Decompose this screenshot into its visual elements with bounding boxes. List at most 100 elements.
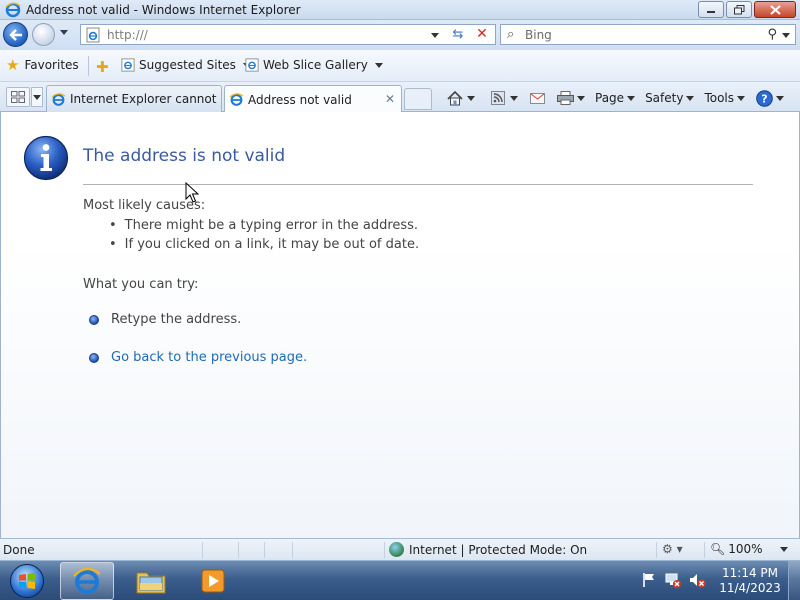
ie-icon <box>229 93 244 106</box>
close-tab-icon[interactable]: ✕ <box>385 92 395 106</box>
bullet-icon <box>89 352 99 363</box>
chevron-down-icon <box>467 95 475 101</box>
read-mail-button[interactable] <box>528 89 546 107</box>
star-icon: ★ <box>6 56 20 74</box>
svg-text:?: ? <box>761 92 767 105</box>
refresh-icon[interactable]: ⇆ <box>449 27 467 43</box>
tools-menu[interactable]: Tools <box>704 91 746 105</box>
back-arrow-icon <box>8 28 22 41</box>
list-item: There might be a typing error in the add… <box>109 218 419 237</box>
volume-muted-icon[interactable] <box>688 571 706 589</box>
tab-address-not-valid[interactable]: Address not valid ✕ <box>224 85 402 113</box>
taskbar-windows-explorer[interactable] <box>124 562 178 600</box>
clock-date: 11/4/2023 <box>719 581 781 595</box>
start-button[interactable] <box>3 561 51 600</box>
retype-address-item: Retype the address. <box>89 312 241 327</box>
command-bar: Page Safety Tools ? <box>446 87 794 109</box>
page-content: The address is not valid Most likely cau… <box>0 112 800 538</box>
back-button[interactable] <box>3 22 28 47</box>
zoom-level: 100% <box>728 542 763 556</box>
info-icon <box>23 135 69 181</box>
chevron-down-icon <box>737 95 746 101</box>
mouse-cursor-icon <box>185 182 199 203</box>
restore-button[interactable] <box>726 1 752 18</box>
bullet-icon <box>89 314 99 325</box>
new-tab-button[interactable] <box>404 88 432 110</box>
restore-icon <box>733 4 744 14</box>
status-text: Done <box>3 543 35 557</box>
chevron-down-icon <box>776 95 785 101</box>
chevron-down-icon <box>627 95 636 101</box>
search-go-icon[interactable]: ⚲ <box>767 27 777 42</box>
search-icon: ⌕ <box>507 27 515 42</box>
security-zone[interactable]: Internet | Protected Mode: On <box>389 542 587 557</box>
quick-tabs-button[interactable] <box>6 87 30 107</box>
network-icon[interactable] <box>664 571 682 589</box>
safety-menu-label: Safety <box>645 91 684 105</box>
help-menu[interactable]: ? <box>755 89 785 107</box>
windows-logo-icon <box>10 564 44 598</box>
recent-pages-dropdown[interactable] <box>60 30 68 35</box>
tab-label: Internet Explorer cannot di... <box>70 92 221 106</box>
quick-tabs-icon <box>11 91 25 103</box>
go-back-link[interactable]: Go back to the previous page. <box>111 350 307 365</box>
zoom-control[interactable]: 🔍︎ 100% <box>710 542 788 556</box>
system-clock[interactable]: 11:14 PM 11/4/2023 <box>718 566 782 596</box>
clock-time: 11:14 PM <box>722 566 778 580</box>
ie-page-icon <box>245 58 259 72</box>
safety-menu[interactable]: Safety <box>645 91 695 105</box>
tab-row: Internet Explorer cannot di... Address n… <box>0 82 800 113</box>
add-to-favorites-bar-icon[interactable]: ✚ <box>96 58 109 76</box>
ie-icon <box>51 92 66 106</box>
address-bar[interactable]: http:/// ⇆ ✕ <box>80 24 496 45</box>
url-text[interactable]: http:/// <box>107 28 148 42</box>
forward-button[interactable] <box>32 23 55 46</box>
folder-icon <box>136 572 166 594</box>
divider <box>88 56 89 76</box>
favorites-button[interactable]: ★ Favorites <box>6 56 79 74</box>
address-dropdown[interactable] <box>431 33 439 38</box>
page-title: The address is not valid <box>83 146 286 166</box>
page-menu[interactable]: Page <box>595 91 636 105</box>
close-button[interactable] <box>754 1 796 18</box>
show-desktop-button[interactable] <box>788 561 800 600</box>
tab-list-dropdown[interactable] <box>31 87 43 107</box>
suggested-sites-label: Suggested Sites <box>139 58 236 72</box>
ie-icon <box>5 2 21 18</box>
help-icon: ? <box>755 89 773 107</box>
tab-ie-cannot-display[interactable]: Internet Explorer cannot di... <box>46 85 222 112</box>
status-bar: Done Internet | Protected Mode: On ⚙ ▾ 🔍… <box>0 538 800 560</box>
causes-list: There might be a typing error in the add… <box>109 218 419 256</box>
page-icon <box>86 27 100 43</box>
window-title: Address not valid - Windows Internet Exp… <box>26 3 301 17</box>
system-tray <box>640 571 706 589</box>
minimize-button[interactable] <box>698 1 724 18</box>
favorites-bar: ★ Favorites ✚ Suggested Sites Web Slice … <box>0 50 800 82</box>
rss-feed-icon <box>489 89 507 107</box>
suggested-sites-link[interactable]: Suggested Sites <box>121 58 251 72</box>
chevron-down-icon <box>374 62 383 68</box>
home-button[interactable] <box>446 89 475 107</box>
print-button[interactable] <box>556 89 585 107</box>
printer-icon <box>556 89 574 107</box>
page-menu-label: Page <box>595 91 625 105</box>
mail-icon <box>528 89 546 107</box>
close-icon <box>769 4 781 15</box>
chevron-down-icon <box>510 95 518 101</box>
protected-mode-settings-icon[interactable]: ⚙ ▾ <box>662 542 683 556</box>
feeds-button[interactable] <box>489 89 518 107</box>
web-slice-gallery-link[interactable]: Web Slice Gallery <box>245 58 383 72</box>
search-options-dropdown[interactable] <box>782 33 790 38</box>
search-box[interactable]: ⌕ Bing ⚲ <box>500 24 796 45</box>
action-center-flag-icon[interactable] <box>640 571 658 589</box>
stop-icon[interactable]: ✕ <box>473 26 491 42</box>
go-back-item[interactable]: Go back to the previous page. <box>89 350 307 365</box>
title-bar: Address not valid - Windows Internet Exp… <box>0 0 800 20</box>
tab-label: Address not valid <box>248 92 352 107</box>
ie-page-icon <box>121 58 135 72</box>
favorites-label: Favorites <box>24 58 79 72</box>
search-input[interactable]: Bing <box>525 28 552 42</box>
taskbar-internet-explorer[interactable] <box>60 562 114 600</box>
chevron-down-icon <box>577 95 585 101</box>
taskbar-media-player[interactable] <box>186 562 240 600</box>
